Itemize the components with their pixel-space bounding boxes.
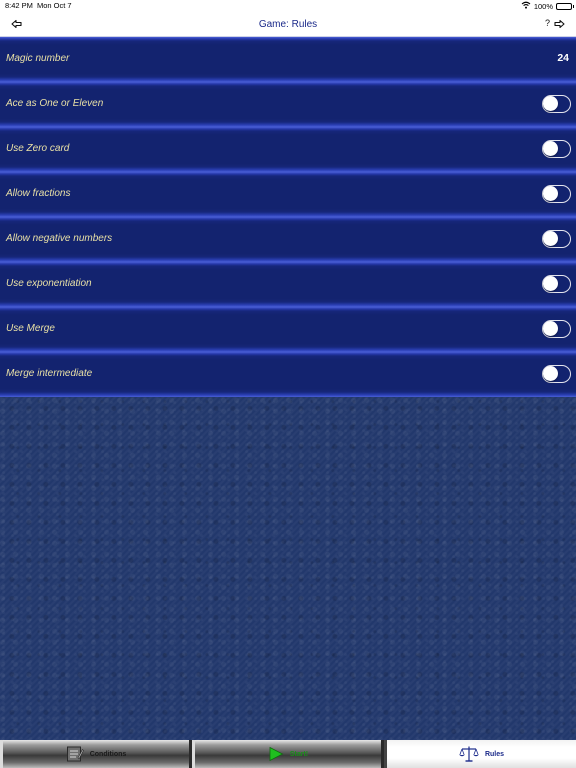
page-title: Game: Rules	[258, 19, 318, 30]
toggle-switch[interactable]	[542, 95, 571, 113]
wifi-icon	[521, 1, 531, 11]
rule-label: Use exponentiation	[6, 278, 92, 289]
tab-rules[interactable]: Rules	[384, 740, 576, 768]
rule-row-allow-negative-numbers: Allow negative numbers	[0, 217, 576, 262]
status-date: Mon Oct 7	[37, 1, 72, 10]
tab-start[interactable]: Start!	[192, 740, 384, 768]
help-button[interactable]: ?	[545, 18, 550, 28]
rule-label: Allow fractions	[6, 188, 71, 199]
rule-row-allow-fractions: Allow fractions	[0, 172, 576, 217]
toggle-switch[interactable]	[542, 185, 571, 203]
navigation-bar: Game: Rules ?	[0, 12, 576, 37]
toggle-knob	[543, 141, 558, 156]
rule-row-use-merge: Use Merge	[0, 307, 576, 352]
battery-icon	[556, 2, 574, 10]
tab-label: Rules	[484, 750, 505, 758]
magic-number-value[interactable]: 24	[557, 52, 569, 64]
rule-row-merge-intermediate: Merge intermediate	[0, 352, 576, 397]
toggle-switch[interactable]	[542, 140, 571, 158]
battery-percent: 100%	[533, 1, 553, 11]
tab-label: Conditions	[89, 750, 127, 758]
rule-label: Magic number	[6, 53, 70, 64]
toggle-switch[interactable]	[542, 275, 571, 293]
toggle-knob	[543, 276, 558, 291]
rule-row-magic-number[interactable]: Magic number 24	[0, 37, 576, 82]
rule-row-use-zero-card: Use Zero card	[0, 127, 576, 172]
toggle-knob	[543, 186, 558, 201]
toggle-switch[interactable]	[542, 320, 571, 338]
play-icon	[268, 746, 284, 762]
status-right-cluster: 100%	[521, 1, 574, 11]
rule-label: Use Merge	[6, 323, 55, 334]
tab-bar: Conditions Start! Rules	[0, 740, 576, 768]
rules-list: Magic number 24 Ace as One or Eleven Use…	[0, 37, 576, 397]
balance-scale-icon	[459, 745, 479, 763]
rule-label: Allow negative numbers	[6, 233, 113, 244]
rule-label: Use Zero card	[6, 143, 70, 154]
tab-label: Start!	[289, 750, 309, 758]
rule-row-ace-one-or-eleven: Ace as One or Eleven	[0, 82, 576, 127]
rule-label: Ace as One or Eleven	[6, 98, 104, 109]
toggle-knob	[543, 321, 558, 336]
rule-row-use-exponentiation: Use exponentiation	[0, 262, 576, 307]
background-texture	[0, 397, 576, 740]
rule-label: Merge intermediate	[6, 368, 93, 379]
toggle-switch[interactable]	[542, 230, 571, 248]
status-bar: 8:42 PM Mon Oct 7 100%	[0, 0, 576, 12]
toggle-knob	[543, 366, 558, 381]
toggle-knob	[543, 96, 558, 111]
notepad-icon	[66, 745, 84, 763]
forward-arrow-icon[interactable]	[552, 17, 566, 31]
toggle-switch[interactable]	[542, 365, 571, 383]
status-time: 8:42 PM	[5, 1, 33, 10]
toggle-knob	[543, 231, 558, 246]
tab-conditions[interactable]: Conditions	[0, 740, 192, 768]
